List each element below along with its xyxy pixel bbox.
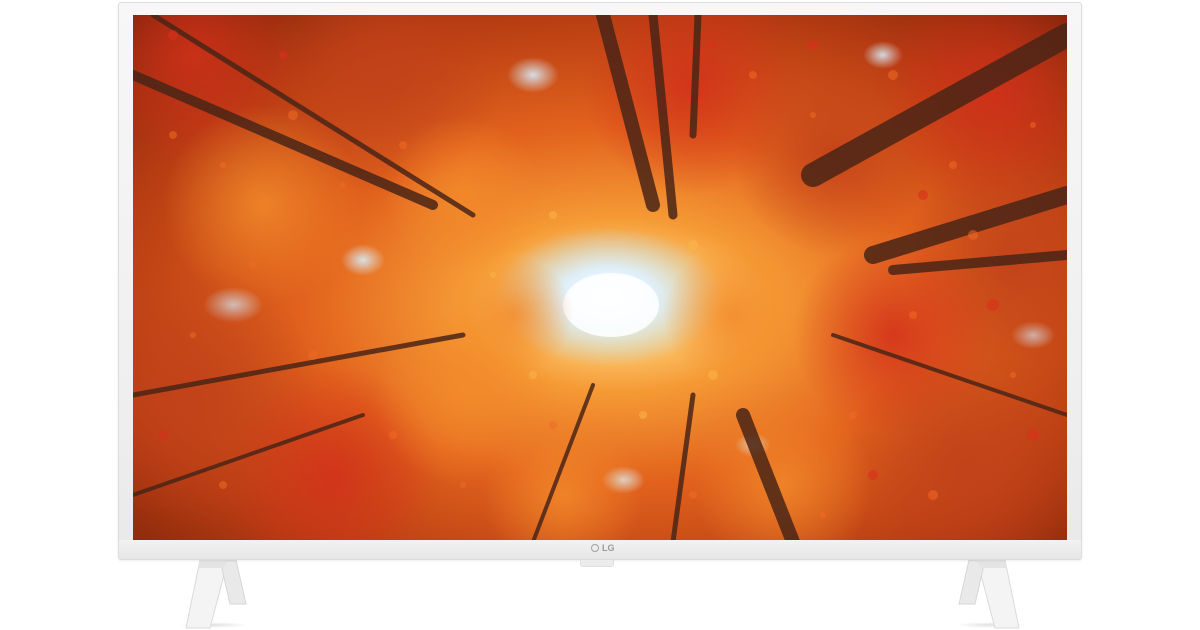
brand-logo: LG [591,543,615,553]
tv-screen [133,15,1067,542]
bottom-bezel: LG [119,540,1081,559]
tv-frame: LG [118,2,1082,560]
brand-logo-text: LG [602,543,615,553]
ir-sensor [580,560,614,567]
product-image: LG [0,0,1200,630]
left-stand-leg [180,558,250,630]
right-stand-leg [955,558,1025,630]
autumn-canopy-image [133,15,1067,542]
lg-logo-icon [591,544,599,552]
